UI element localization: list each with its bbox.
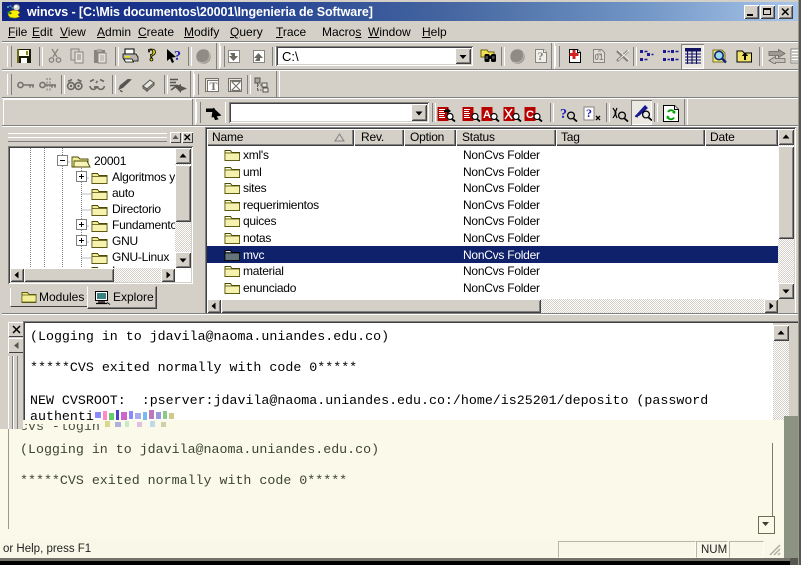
svg-text:A: A (483, 109, 491, 121)
svg-text:T: T (210, 79, 218, 93)
svg-text:?: ? (148, 46, 157, 65)
svg-text:?: ? (174, 49, 181, 64)
svg-text:?: ? (538, 49, 544, 63)
svg-text:C: C (526, 109, 534, 121)
svg-text:?: ? (586, 106, 592, 120)
svg-text:?: ? (560, 107, 567, 122)
